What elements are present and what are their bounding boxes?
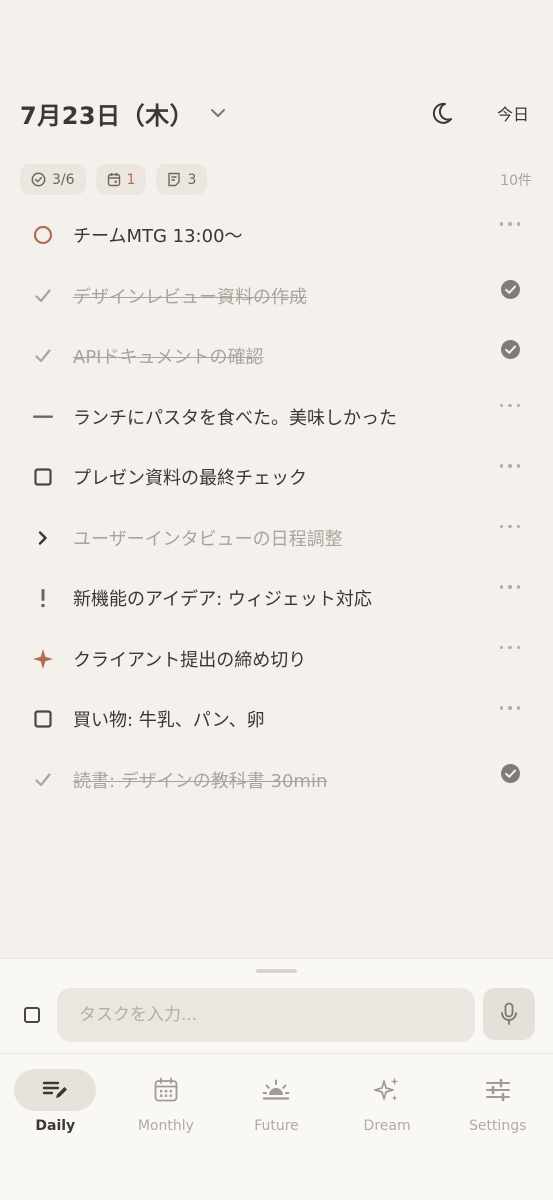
exclamation-icon[interactable] (30, 585, 56, 611)
nav-label: Dream (363, 1118, 411, 1134)
more-icon[interactable] (500, 643, 520, 653)
task-list: チームMTG 13:00〜 デザインレビュー資料の作成 APIドキュメントの確認… (0, 205, 553, 810)
migrate-arrow-icon[interactable] (30, 525, 56, 551)
task-row[interactable]: 読書: デザインの教科書 30min (0, 750, 553, 811)
task-text: APIドキュメントの確認 (73, 347, 264, 369)
task-row[interactable]: チームMTG 13:00〜 (0, 205, 553, 266)
task-type-checkbox-icon[interactable] (24, 1007, 40, 1023)
sparkle-icon (346, 1069, 428, 1111)
task-row[interactable]: ユーザーインタビューの日程調整 (0, 508, 553, 569)
task-text: 新機能のアイデア: ウィジェット対応 (73, 589, 372, 611)
task-row[interactable]: APIドキュメントの確認 (0, 326, 553, 387)
calendar-icon (125, 1069, 207, 1111)
task-row[interactable]: 買い物: 牛乳、パン、卵 (0, 689, 553, 750)
more-icon[interactable] (500, 522, 520, 532)
task-text: ユーザーインタビューの日程調整 (73, 528, 343, 550)
note-icon (168, 172, 181, 187)
date-title[interactable]: 7月23日（木） (20, 96, 194, 131)
note-count-chip[interactable]: 3 (156, 164, 208, 195)
task-text: チームMTG 13:00〜 (73, 226, 243, 248)
stats-bar: 3/6 1 3 10件 (20, 164, 533, 195)
divider (0, 1053, 553, 1054)
task-row[interactable]: デザインレビュー資料の作成 (0, 266, 553, 327)
nav-monthly[interactable]: Monthly (111, 1069, 222, 1139)
bottom-nav: Daily Monthly Future Dream Settings (0, 1069, 553, 1139)
daily-icon (14, 1069, 97, 1111)
event-circle-icon[interactable] (30, 222, 56, 248)
task-text: デザインレビュー資料の作成 (73, 286, 307, 308)
more-icon[interactable] (500, 582, 520, 592)
sliders-icon (457, 1069, 539, 1111)
calendar-small-icon (107, 173, 120, 187)
chevron-down-icon[interactable] (210, 104, 228, 122)
task-text: 読書: デザインの教科書 30min (73, 770, 328, 792)
check-circle-icon (31, 172, 46, 187)
task-row[interactable]: 新機能のアイデア: ウィジェット対応 (0, 568, 553, 629)
note-count: 3 (187, 171, 197, 188)
checkbox-icon[interactable] (30, 706, 56, 732)
task-row[interactable]: ランチにパスタを食べた。美味しかった (0, 387, 553, 448)
event-count: 1 (126, 171, 136, 188)
task-text: ランチにパスタを食べた。美味しかった (73, 407, 397, 429)
task-text: 買い物: 牛乳、パン、卵 (73, 710, 265, 732)
checkmark-icon[interactable] (30, 343, 56, 369)
task-text: プレゼン資料の最終チェック (73, 468, 307, 490)
total-count: 10件 (500, 172, 532, 189)
checkmark-icon[interactable] (30, 767, 56, 793)
checkbox-icon[interactable] (30, 464, 56, 490)
task-row[interactable]: クライアント提出の締め切り (0, 629, 553, 690)
task-row[interactable]: プレゼン資料の最終チェック (0, 447, 553, 508)
task-input[interactable] (57, 988, 475, 1042)
today-button[interactable]: 今日 (497, 101, 529, 125)
nav-label: Future (254, 1118, 299, 1134)
completed-badge-icon (500, 763, 521, 784)
star-icon[interactable] (30, 646, 56, 672)
more-icon[interactable] (500, 461, 520, 471)
sheet-grabber[interactable] (256, 969, 297, 973)
nav-dream[interactable]: Dream (332, 1069, 443, 1139)
input-row (0, 988, 553, 1042)
nav-future[interactable]: Future (221, 1069, 332, 1139)
more-icon[interactable] (500, 703, 520, 713)
completed-badge-icon (500, 279, 521, 300)
moon-icon[interactable] (431, 102, 453, 124)
task-text: クライアント提出の締め切り (73, 649, 307, 671)
nav-label: Monthly (137, 1118, 194, 1134)
more-icon[interactable] (500, 401, 520, 411)
bottom-panel: Daily Monthly Future Dream Settings (0, 958, 553, 1200)
note-dash-icon[interactable] (30, 404, 56, 430)
completed-badge-icon (500, 339, 521, 360)
checkmark-icon[interactable] (30, 283, 56, 309)
nav-daily[interactable]: Daily (0, 1069, 111, 1139)
mic-icon[interactable] (483, 988, 535, 1040)
more-icon[interactable] (500, 219, 520, 229)
header: 7月23日（木） 今日 (20, 94, 533, 132)
sunrise-icon (235, 1069, 317, 1111)
nav-label: Daily (35, 1118, 76, 1134)
nav-label: Settings (468, 1118, 527, 1134)
event-count-chip[interactable]: 1 (95, 164, 147, 195)
done-count: 3/6 (52, 171, 75, 188)
nav-settings[interactable]: Settings (442, 1069, 553, 1139)
done-count-chip[interactable]: 3/6 (20, 164, 86, 195)
